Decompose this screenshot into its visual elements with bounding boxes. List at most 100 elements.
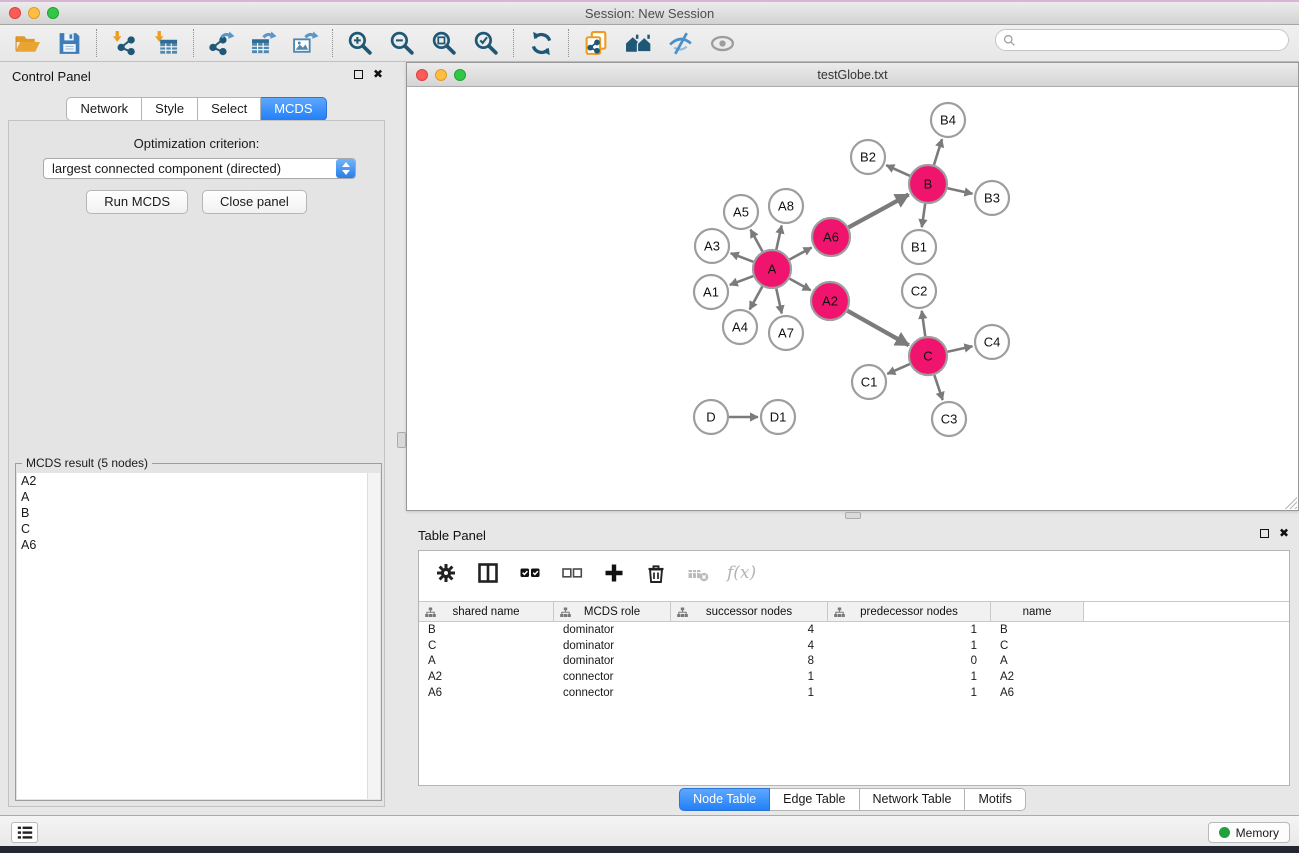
- edge-A-A1[interactable]: [730, 276, 754, 285]
- close-panel-icon[interactable]: ✖: [373, 69, 383, 79]
- network-canvas[interactable]: B4B2BB3A8A5A6A3B1AC2A1A2A4A7C4CC1C3DD1: [407, 87, 1298, 510]
- select-all-button[interactable]: [517, 560, 543, 586]
- edge-A-A5[interactable]: [751, 230, 763, 252]
- clone-network-button[interactable]: [581, 28, 611, 58]
- clear-table-button[interactable]: [685, 560, 711, 586]
- memory-button[interactable]: Memory: [1208, 822, 1290, 843]
- node-D[interactable]: D: [694, 400, 728, 434]
- function-builder-button[interactable]: f(x): [727, 563, 756, 583]
- edge-A-A3[interactable]: [731, 253, 754, 262]
- mcds-result-item[interactable]: A: [17, 489, 367, 505]
- vertical-splitter-handle[interactable]: [397, 432, 406, 448]
- column-header-shared-name[interactable]: shared name: [419, 602, 554, 621]
- home-view-button[interactable]: [623, 28, 653, 58]
- edge-A-A7[interactable]: [776, 289, 781, 314]
- node-C3[interactable]: C3: [932, 402, 966, 436]
- edge-B-B1[interactable]: [922, 204, 925, 227]
- tab-node-table[interactable]: Node Table: [679, 788, 770, 811]
- column-header-MCDS-role[interactable]: MCDS role: [554, 602, 671, 621]
- table-row[interactable]: Adominator80A: [419, 653, 1289, 669]
- table-row[interactable]: Cdominator41C: [419, 638, 1289, 654]
- edge-B-B2[interactable]: [886, 165, 910, 176]
- zoom-in-button[interactable]: [345, 28, 375, 58]
- refresh-layout-button[interactable]: [526, 28, 556, 58]
- deselect-all-button[interactable]: [559, 560, 585, 586]
- node-B1[interactable]: B1: [902, 230, 936, 264]
- import-table-button[interactable]: [151, 28, 181, 58]
- node-A3[interactable]: A3: [695, 229, 729, 263]
- node-C[interactable]: C: [909, 337, 947, 375]
- column-header-name[interactable]: name: [991, 602, 1084, 621]
- network-graph[interactable]: B4B2BB3A8A5A6A3B1AC2A1A2A4A7C4CC1C3DD1: [407, 87, 1298, 510]
- open-session-button[interactable]: [12, 28, 42, 58]
- table-settings-button[interactable]: [433, 560, 459, 586]
- criterion-dropdown[interactable]: largest connected component (directed): [43, 158, 356, 179]
- edge-A-A4[interactable]: [750, 287, 763, 310]
- mcds-result-item[interactable]: A6: [17, 537, 367, 553]
- table-row[interactable]: Bdominator41B: [419, 622, 1289, 638]
- hide-details-button[interactable]: [665, 28, 695, 58]
- task-history-button[interactable]: [11, 822, 38, 843]
- node-B3[interactable]: B3: [975, 181, 1009, 215]
- node-A8[interactable]: A8: [769, 189, 803, 223]
- column-header-predecessor-nodes[interactable]: predecessor nodes: [828, 602, 991, 621]
- node-C1[interactable]: C1: [852, 365, 886, 399]
- save-session-button[interactable]: [54, 28, 84, 58]
- mcds-result-item[interactable]: B: [17, 505, 367, 521]
- tab-style[interactable]: Style: [142, 97, 198, 121]
- edge-A-A2[interactable]: [790, 279, 811, 291]
- zoom-out-button[interactable]: [387, 28, 417, 58]
- mcds-result-list[interactable]: A2ABCA6: [17, 473, 367, 799]
- tab-mcds[interactable]: MCDS: [261, 97, 326, 121]
- edge-C-C2[interactable]: [922, 311, 926, 336]
- tab-network-table[interactable]: Network Table: [860, 788, 966, 811]
- node-A6[interactable]: A6: [812, 218, 850, 256]
- node-C2[interactable]: C2: [902, 274, 936, 308]
- add-column-button[interactable]: [601, 560, 627, 586]
- search-input[interactable]: [1016, 31, 1288, 49]
- search-field[interactable]: [995, 29, 1289, 51]
- edge-C-C1[interactable]: [887, 364, 909, 374]
- network-window-titlebar[interactable]: testGlobe.txt: [407, 63, 1298, 87]
- split-panel-button[interactable]: [475, 560, 501, 586]
- edge-A2-C[interactable]: [847, 311, 908, 345]
- result-scrollbar[interactable]: [367, 473, 380, 799]
- resize-grip-icon[interactable]: [1285, 497, 1297, 509]
- node-A[interactable]: A: [753, 250, 791, 288]
- node-D1[interactable]: D1: [761, 400, 795, 434]
- zoom-selected-button[interactable]: [471, 28, 501, 58]
- column-header-successor-nodes[interactable]: successor nodes: [671, 602, 828, 621]
- edge-B-B4[interactable]: [934, 139, 942, 165]
- close-panel-button[interactable]: Close panel: [202, 190, 307, 214]
- node-A2[interactable]: A2: [811, 282, 849, 320]
- node-A1[interactable]: A1: [694, 275, 728, 309]
- close-table-panel-icon[interactable]: ✖: [1279, 528, 1289, 538]
- table-row[interactable]: A2connector11A2: [419, 669, 1289, 685]
- edge-A-A6[interactable]: [790, 247, 812, 259]
- node-B4[interactable]: B4: [931, 103, 965, 137]
- export-table-button[interactable]: [248, 28, 278, 58]
- show-details-button[interactable]: [707, 28, 737, 58]
- import-network-button[interactable]: [109, 28, 139, 58]
- tab-edge-table[interactable]: Edge Table: [770, 788, 859, 811]
- export-network-button[interactable]: [206, 28, 236, 58]
- mcds-result-item[interactable]: A2: [17, 473, 367, 489]
- zoom-fit-button[interactable]: [429, 28, 459, 58]
- mcds-result-item[interactable]: C: [17, 521, 367, 537]
- run-mcds-button[interactable]: Run MCDS: [86, 190, 188, 214]
- node-B[interactable]: B: [909, 165, 947, 203]
- table-row[interactable]: A6connector11A6: [419, 685, 1289, 701]
- tab-select[interactable]: Select: [198, 97, 261, 121]
- float-table-panel-icon[interactable]: [1260, 529, 1269, 538]
- export-image-button[interactable]: [290, 28, 320, 58]
- edge-C-C3[interactable]: [934, 375, 942, 400]
- node-B2[interactable]: B2: [851, 140, 885, 174]
- edge-C-C4[interactable]: [948, 346, 973, 351]
- node-A7[interactable]: A7: [769, 316, 803, 350]
- delete-column-button[interactable]: [643, 560, 669, 586]
- node-C4[interactable]: C4: [975, 325, 1009, 359]
- node-A4[interactable]: A4: [723, 310, 757, 344]
- tab-motifs[interactable]: Motifs: [965, 788, 1025, 811]
- edge-A-A8[interactable]: [776, 226, 781, 250]
- tab-network[interactable]: Network: [66, 97, 142, 121]
